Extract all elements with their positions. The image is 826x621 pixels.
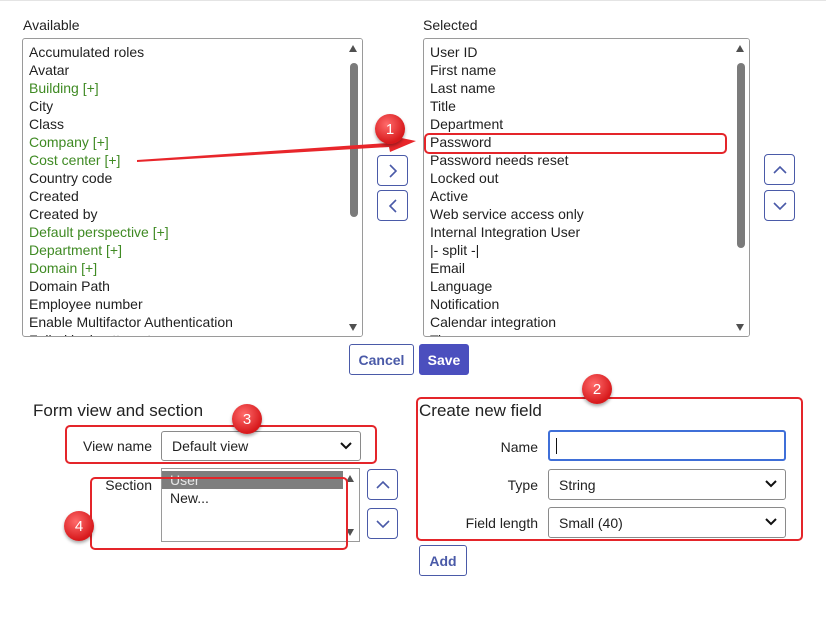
annotation-arrow <box>137 135 416 162</box>
arrow-right-icon <box>137 135 416 162</box>
annotation-badge-1: 1 <box>375 114 405 144</box>
annotation-badge-3: 3 <box>232 404 262 434</box>
annotation-badge-4: 4 <box>64 511 94 541</box>
annotation-badge-2: 2 <box>582 374 612 404</box>
